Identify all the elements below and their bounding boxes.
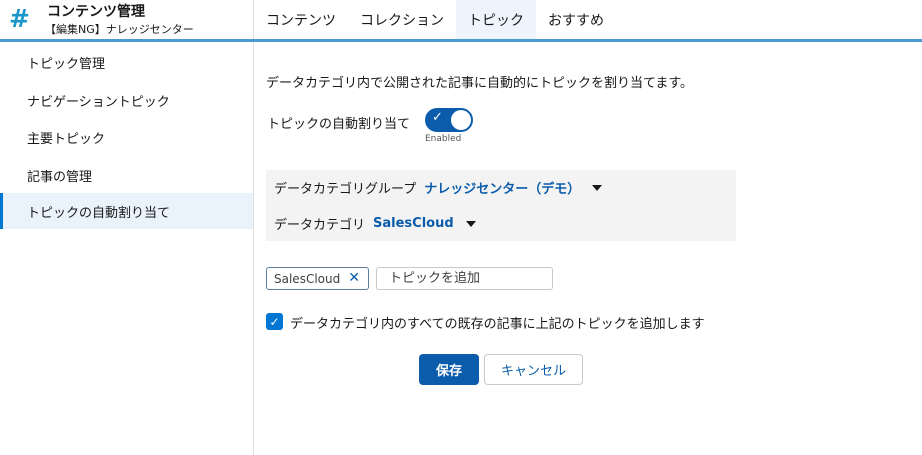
page-description: データカテゴリ内で公開された記事に自動的にトピックを割り当てます。 — [266, 76, 694, 91]
cancel-button[interactable]: キャンセル — [484, 354, 583, 385]
toggle-state-label: Enabled — [425, 134, 462, 144]
app-title: コンテンツ管理 — [47, 4, 145, 20]
tab-bar: コンテンツ コレクション トピック おすすめ — [254, 0, 616, 39]
app-header: # コンテンツ管理 【編集NG】ナレッジセンター コンテンツ コレクション トピ… — [0, 0, 922, 42]
hashtag-icon: # — [9, 4, 30, 33]
sidebar-item-auto-assign-topics[interactable]: トピックの自動割り当て — [0, 193, 253, 229]
category-row: データカテゴリ SalesCloud — [274, 214, 476, 233]
sidebar-item-featured-topics[interactable]: 主要トピック — [0, 119, 253, 155]
tab-contents[interactable]: コンテンツ — [254, 0, 348, 39]
category-label: データカテゴリ — [274, 218, 366, 233]
category-panel: データカテゴリグループ ナレッジセンター（デモ） データカテゴリ SalesCl… — [266, 170, 736, 241]
app-subtitle: 【編集NG】ナレッジセンター — [45, 23, 194, 36]
add-to-existing-label: データカテゴリ内のすべての既存の記事に上記のトピックを追加します — [290, 317, 705, 332]
main-content: データカテゴリ内で公開された記事に自動的にトピックを割り当てます。 トピックの自… — [254, 42, 922, 455]
toggle-knob — [451, 110, 471, 130]
sidebar: トピック管理 ナビゲーショントピック 主要トピック 記事の管理 トピックの自動割… — [0, 42, 254, 455]
tab-topics[interactable]: トピック — [456, 0, 536, 39]
chevron-down-icon[interactable] — [465, 220, 476, 227]
category-group-value[interactable]: ナレッジセンター（デモ） — [424, 178, 580, 197]
topic-pill: SalesCloud ✕ — [266, 267, 369, 290]
close-icon[interactable]: ✕ — [348, 270, 360, 286]
sidebar-item-article-management[interactable]: 記事の管理 — [0, 157, 253, 193]
sidebar-item-topic-management[interactable]: トピック管理 — [0, 44, 253, 80]
tab-recommended[interactable]: おすすめ — [536, 0, 616, 39]
save-button[interactable]: 保存 — [419, 354, 479, 385]
topic-pill-label: SalesCloud — [274, 271, 341, 286]
chevron-down-icon[interactable] — [592, 184, 603, 191]
add-to-existing-checkbox[interactable]: ✓ — [266, 313, 283, 330]
category-group-label: データカテゴリグループ — [274, 182, 417, 197]
check-icon: ✓ — [269, 314, 280, 329]
auto-assign-toggle-label: トピックの自動割り当て — [267, 117, 411, 132]
tab-collections[interactable]: コレクション — [348, 0, 456, 39]
auto-assign-toggle[interactable]: ✓ — [425, 108, 473, 132]
category-group-row: データカテゴリグループ ナレッジセンター（デモ） — [274, 178, 603, 197]
add-topic-input[interactable] — [376, 267, 553, 290]
sidebar-item-navigation-topics[interactable]: ナビゲーショントピック — [0, 82, 253, 118]
category-value[interactable]: SalesCloud — [373, 216, 454, 231]
check-icon: ✓ — [432, 110, 443, 125]
